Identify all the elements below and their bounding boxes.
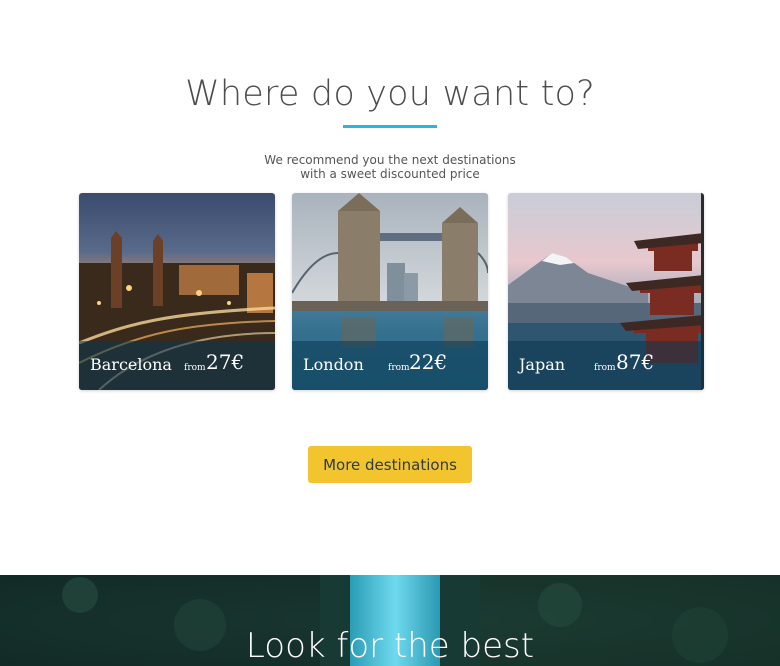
card-city: Barcelona (90, 355, 172, 374)
subtitle-line-1: We recommend you the next destinations (264, 153, 516, 167)
destinations-section: Where do you want to? We recommend you t… (0, 0, 780, 575)
destination-card-barcelona[interactable]: Barcelona from 27€ (79, 193, 275, 390)
hero-section: Look for the best (0, 575, 780, 666)
title-underline (343, 125, 437, 128)
card-city: London (303, 355, 364, 374)
destination-card-japan[interactable]: Japan from 87€ (508, 193, 704, 390)
card-price: 27€ (206, 350, 245, 374)
card-from-label: from (184, 363, 206, 373)
subtitle-line-2: with a sweet discounted price (300, 167, 480, 181)
card-from-label: from (388, 363, 410, 373)
more-destinations-button[interactable]: More destinations (308, 446, 472, 483)
card-city: Japan (519, 355, 566, 374)
destination-card-london[interactable]: London from 22€ (292, 193, 488, 390)
hero-title: Look for the best (245, 626, 535, 666)
card-from-label: from (594, 363, 616, 373)
card-price: 22€ (409, 350, 448, 374)
section-title: Where do you want to? (185, 74, 595, 114)
card-price: 87€ (616, 350, 655, 374)
section-subtitle: We recommend you the next destinations w… (0, 153, 780, 181)
